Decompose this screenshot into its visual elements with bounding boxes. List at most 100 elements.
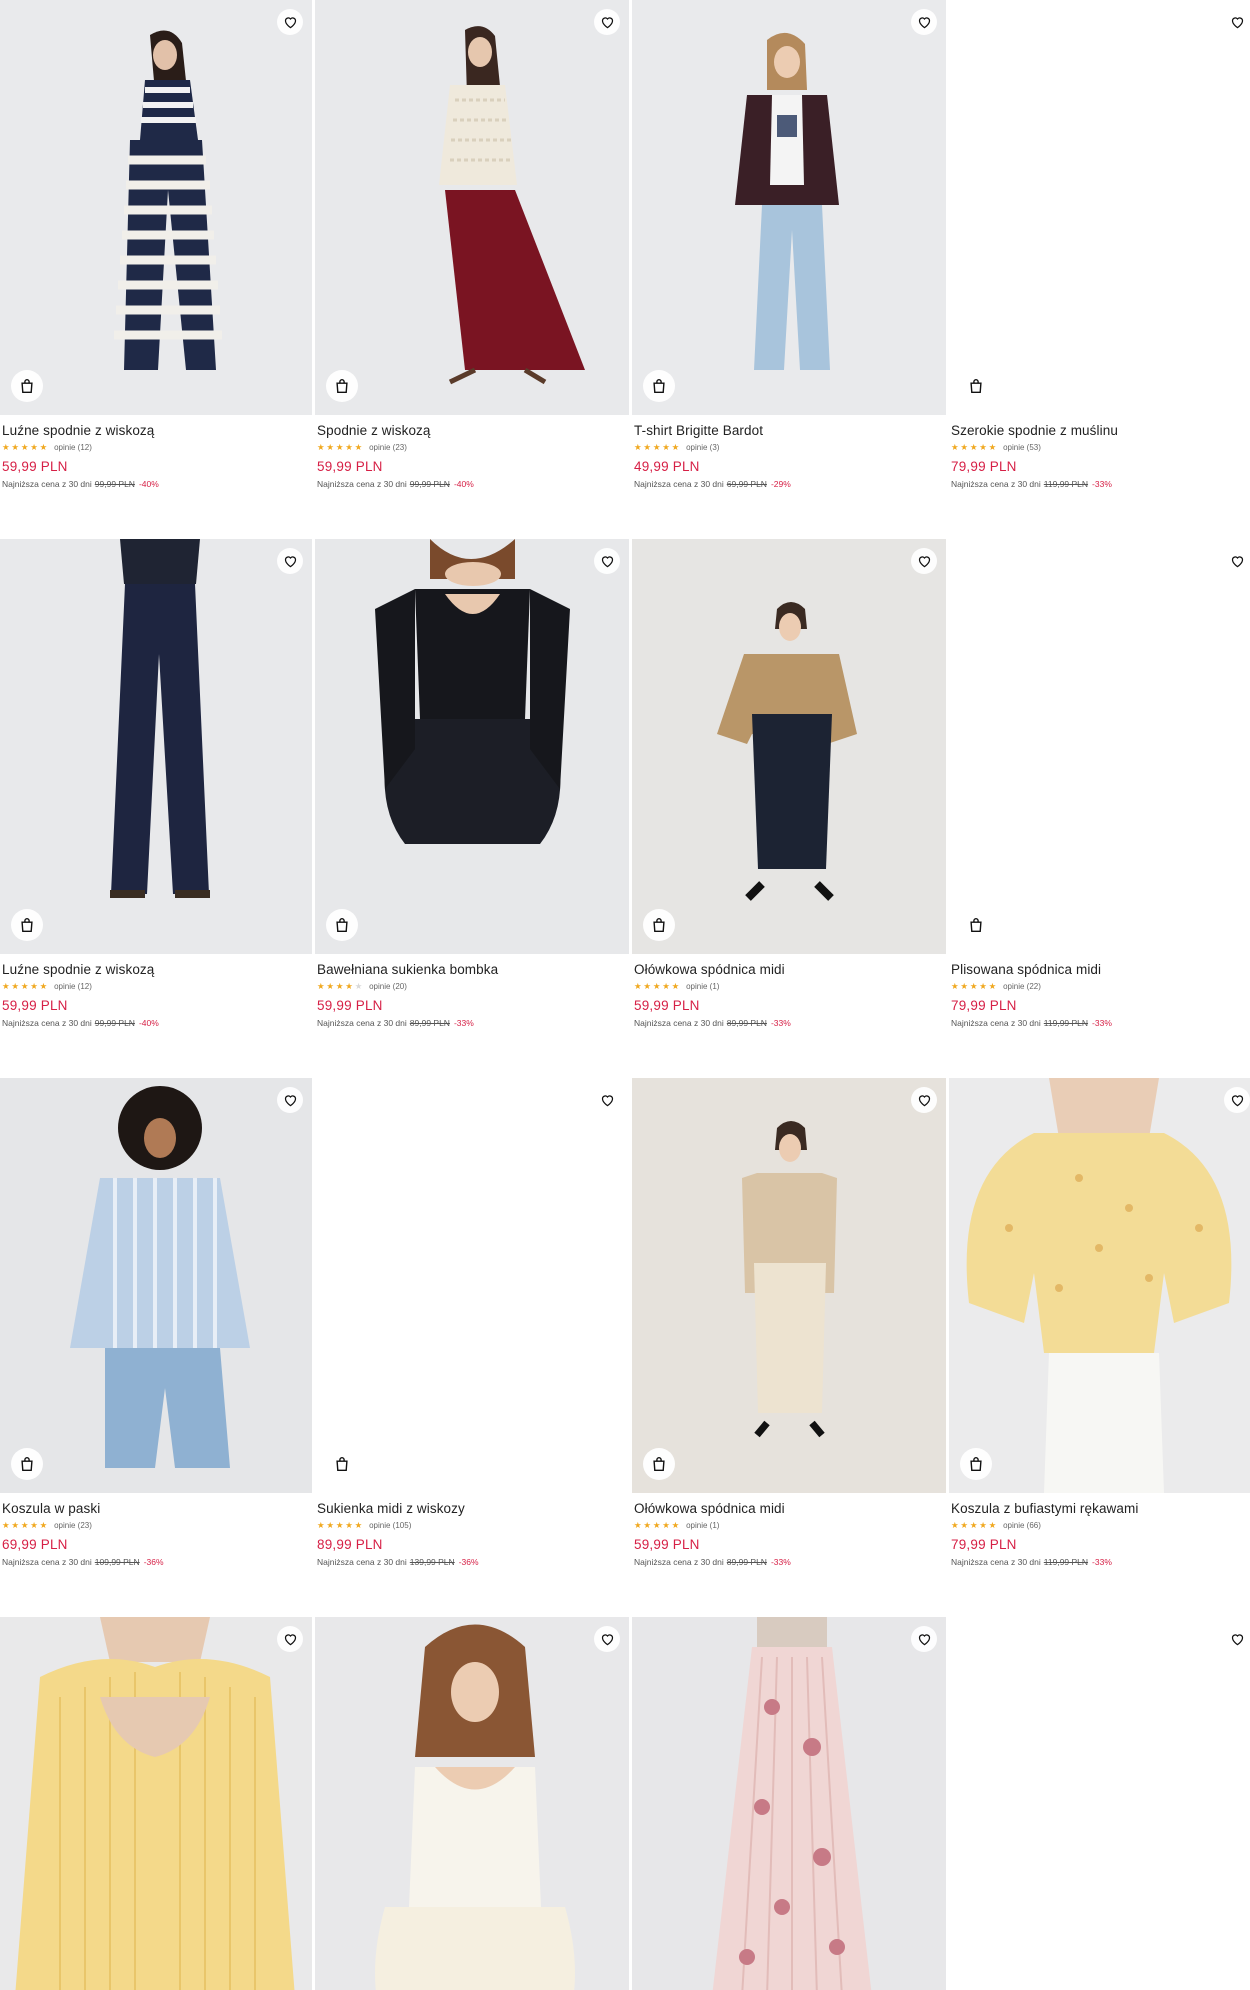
product-card[interactable] — [315, 1617, 629, 1990]
product-photo[interactable] — [0, 1078, 312, 1493]
product-rating: ★★★★★ opinie (22) — [951, 980, 1250, 993]
product-name[interactable]: Spodnie z wiskozą — [317, 422, 627, 439]
product-card[interactable]: Koszula z bufiastymi rękawami ★★★★★ opin… — [949, 1078, 1250, 1617]
product-card[interactable]: Spodnie z wiskozą ★★★★★ opinie (23) 59,9… — [315, 0, 629, 539]
product-name[interactable]: Szerokie spodnie z muślinu — [951, 422, 1250, 439]
add-to-favorites-button[interactable] — [277, 1087, 303, 1113]
add-to-cart-button[interactable] — [326, 1448, 358, 1480]
product-card[interactable]: Koszula w paski ★★★★★ opinie (23) 69,99 … — [0, 1078, 312, 1617]
product-card[interactable] — [0, 1617, 312, 1990]
product-name[interactable]: Koszula w paski — [2, 1500, 310, 1517]
add-to-cart-button[interactable] — [960, 370, 992, 402]
lowest-price-label: Najniższa cena z 30 dni — [2, 1557, 92, 1567]
model-photo-pencil-skirt-cream — [632, 1078, 946, 1493]
review-count-link[interactable]: opinie (12) — [54, 441, 92, 454]
product-photo[interactable] — [632, 0, 946, 415]
lowest-price-info: Najniższa cena z 30 dni 119,99 PLN -33% — [951, 1556, 1250, 1568]
product-photo[interactable] — [0, 1617, 312, 1990]
product-card[interactable]: T-shirt Brigitte Bardot ★★★★★ opinie (3)… — [632, 0, 946, 539]
product-price: 79,99 PLN — [951, 998, 1017, 1013]
lowest-price-label: Najniższa cena z 30 dni — [317, 1018, 407, 1028]
product-rating: ★★★★★ opinie (23) — [317, 441, 627, 454]
add-to-cart-button[interactable] — [11, 909, 43, 941]
product-price: 69,99 PLN — [2, 1537, 68, 1552]
heart-icon — [918, 556, 930, 568]
lowest-price-info: Najniższa cena z 30 dni 99,99 PLN -40% — [2, 1017, 310, 1029]
add-to-favorites-button[interactable] — [277, 1626, 303, 1652]
product-photo[interactable] — [949, 539, 1250, 954]
add-to-cart-button[interactable] — [643, 909, 675, 941]
review-count-link[interactable]: opinie (53) — [1003, 441, 1041, 454]
product-name[interactable]: Plisowana spódnica midi — [951, 961, 1250, 978]
review-count-link[interactable]: opinie (23) — [369, 441, 407, 454]
review-count-link[interactable]: opinie (105) — [369, 1519, 411, 1532]
add-to-favorites-button[interactable] — [1224, 1626, 1250, 1652]
review-count-link[interactable]: opinie (23) — [54, 1519, 92, 1532]
product-photo[interactable] — [632, 1078, 946, 1493]
review-count-link[interactable]: opinie (20) — [369, 980, 407, 993]
add-to-favorites-button[interactable] — [277, 9, 303, 35]
review-count-link[interactable]: opinie (22) — [1003, 980, 1041, 993]
product-name[interactable]: Luźne spodnie z wiskozą — [2, 961, 310, 978]
product-name[interactable]: T-shirt Brigitte Bardot — [634, 422, 944, 439]
add-to-cart-button[interactable] — [11, 1448, 43, 1480]
product-card[interactable]: Sukienka midi z wiskozy ★★★★★ opinie (10… — [315, 1078, 629, 1617]
rating-stars: ★★★★★ — [951, 981, 999, 991]
product-card[interactable]: Szerokie spodnie z muślinu ★★★★★ opinie … — [949, 0, 1250, 539]
product-name[interactable]: Bawełniana sukienka bombka — [317, 961, 627, 978]
product-photo[interactable] — [949, 1078, 1250, 1493]
product-name[interactable]: Koszula z bufiastymi rękawami — [951, 1500, 1250, 1517]
product-card[interactable]: Bawełniana sukienka bombka ★★★★★ opinie … — [315, 539, 629, 1078]
product-photo[interactable] — [0, 539, 312, 954]
product-photo[interactable] — [632, 1617, 946, 1990]
product-price: 59,99 PLN — [317, 459, 383, 474]
add-to-favorites-button[interactable] — [277, 548, 303, 574]
add-to-cart-button[interactable] — [326, 909, 358, 941]
add-to-cart-button[interactable] — [643, 1448, 675, 1480]
product-photo[interactable] — [315, 1617, 629, 1990]
add-to-favorites-button[interactable] — [1224, 1087, 1250, 1113]
product-photo[interactable] — [315, 1078, 629, 1493]
review-count-link[interactable]: opinie (12) — [54, 980, 92, 993]
product-name[interactable]: Sukienka midi z wiskozy — [317, 1500, 627, 1517]
product-card[interactable]: Plisowana spódnica midi ★★★★★ opinie (22… — [949, 539, 1250, 1078]
add-to-favorites-button[interactable] — [911, 9, 937, 35]
product-photo[interactable] — [632, 539, 946, 954]
product-card[interactable]: Luźne spodnie z wiskozą ★★★★★ opinie (12… — [0, 539, 312, 1078]
product-name[interactable]: Ołówkowa spódnica midi — [634, 961, 944, 978]
product-card[interactable] — [949, 1617, 1250, 1990]
review-count-link[interactable]: opinie (1) — [686, 1519, 719, 1532]
add-to-favorites-button[interactable] — [911, 1626, 937, 1652]
add-to-favorites-button[interactable] — [911, 1087, 937, 1113]
product-card[interactable]: Ołówkowa spódnica midi ★★★★★ opinie (1) … — [632, 1078, 946, 1617]
model-photo-black-bubble-dress — [315, 539, 629, 954]
product-photo[interactable] — [315, 0, 629, 415]
review-count-link[interactable]: opinie (66) — [1003, 1519, 1041, 1532]
product-photo[interactable] — [949, 0, 1250, 415]
product-card[interactable]: Ołówkowa spódnica midi ★★★★★ opinie (1) … — [632, 539, 946, 1078]
add-to-cart-button[interactable] — [326, 370, 358, 402]
product-photo[interactable] — [315, 539, 629, 954]
add-to-favorites-button[interactable] — [594, 548, 620, 574]
add-to-favorites-button[interactable] — [1224, 9, 1250, 35]
add-to-favorites-button[interactable] — [594, 1626, 620, 1652]
lowest-price-info: Najniższa cena z 30 dni 139,99 PLN -36% — [317, 1556, 627, 1568]
add-to-favorites-button[interactable] — [594, 1087, 620, 1113]
product-name[interactable]: Ołówkowa spódnica midi — [634, 1500, 944, 1517]
discount-badge: -36% — [143, 1557, 164, 1567]
product-photo[interactable] — [949, 1617, 1250, 1990]
product-rating: ★★★★★ opinie (12) — [2, 441, 310, 454]
add-to-cart-button[interactable] — [643, 370, 675, 402]
review-count-link[interactable]: opinie (3) — [686, 441, 719, 454]
review-count-link[interactable]: opinie (1) — [686, 980, 719, 993]
add-to-favorites-button[interactable] — [594, 9, 620, 35]
product-name[interactable]: Luźne spodnie z wiskozą — [2, 422, 310, 439]
add-to-cart-button[interactable] — [11, 370, 43, 402]
add-to-cart-button[interactable] — [960, 1448, 992, 1480]
add-to-favorites-button[interactable] — [911, 548, 937, 574]
add-to-cart-button[interactable] — [960, 909, 992, 941]
product-card[interactable]: Luźne spodnie z wiskozą ★★★★★ opinie (12… — [0, 0, 312, 539]
product-card[interactable] — [632, 1617, 946, 1990]
product-photo[interactable] — [0, 0, 312, 415]
add-to-favorites-button[interactable] — [1224, 548, 1250, 574]
